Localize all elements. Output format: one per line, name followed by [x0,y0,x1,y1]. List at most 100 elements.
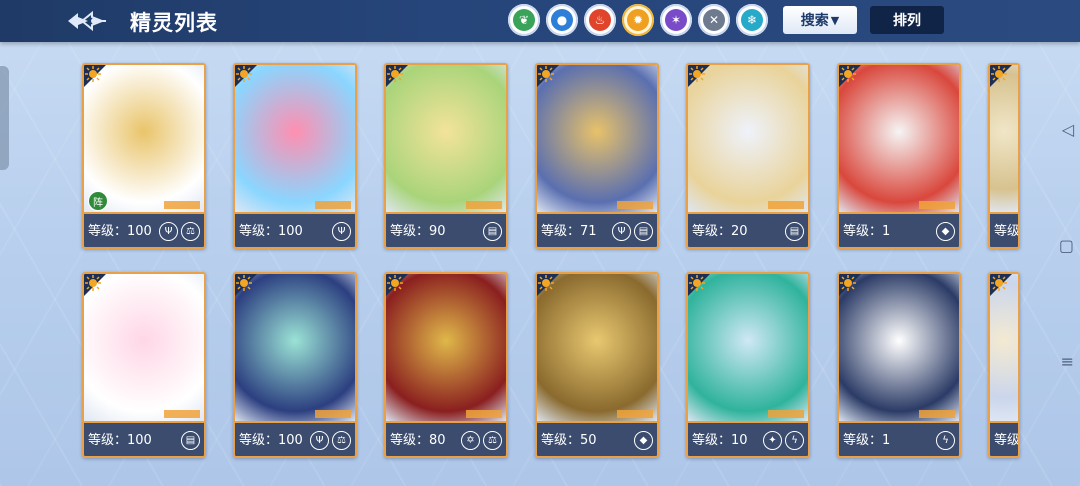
sprite-card[interactable]: 等级：90 ▤ [384,63,508,249]
sprite-level: 等级：1 [843,224,891,239]
sprite-level: 等级：1 [843,433,891,448]
sprite-card[interactable]: 阵等级：100 Ψ ⚖ [82,63,206,249]
light-element-icon [538,275,554,291]
light-element-icon [85,66,101,82]
trait-icons: Ψ [332,222,351,241]
nav-back-icon[interactable]: ◁ [1062,120,1074,139]
sun-icon: ✹ [627,9,649,31]
sprite-level: 等级：100 [88,224,152,239]
card-info-bar: 等级：71 Ψ ▤ [537,212,657,247]
light-element-icon [85,275,101,291]
book-icon: ▤ [785,222,804,241]
rarity-tag [466,201,502,209]
sprite-card[interactable]: 等级： [988,272,1020,458]
sprite-level: 等级：80 [390,433,446,448]
rarity-tag [315,201,351,209]
chevron-down-icon: ▼ [830,13,840,27]
sprite-card[interactable]: 等级：10 ✦ ϟ [686,272,810,458]
element-filter-light[interactable]: ✹ [622,4,654,36]
sprite-level: 等级：100 [239,433,303,448]
light-element-icon [991,66,1007,82]
nav-menu-icon[interactable]: ≡ [1061,352,1074,371]
light-element-icon [689,275,705,291]
trait-icons: ✡ ⚖ [461,431,502,450]
sprite-card[interactable]: 等级：50 ◆ [535,272,659,458]
formation-badge: 阵 [88,191,108,211]
side-drawer-handle[interactable] [0,66,9,170]
light-element-icon [991,275,1007,291]
element-filter-water[interactable]: ● [546,4,578,36]
sprite-card[interactable]: 等级：71 Ψ ▤ [535,63,659,249]
book-icon: ▤ [483,222,502,241]
sprite-level: 等级：10 [692,433,748,448]
trident-icon: Ψ [332,222,351,241]
sprite-level: 等级：100 [239,224,303,239]
light-element-icon [840,66,856,82]
scales-icon: ⚖ [483,431,502,450]
sprite-portrait [386,274,506,422]
sprite-card[interactable]: 等级：1 ◆ [837,63,961,249]
sprite-portrait [84,274,204,422]
sprite-portrait [235,274,355,422]
sprite-portrait [990,274,1018,422]
card-info-bar: 等级：1 ϟ [839,421,959,456]
sprite-portrait [84,65,204,213]
light-element-icon [689,66,705,82]
light-element-icon [387,275,403,291]
sprite-portrait [990,65,1018,213]
rarity-tag [617,201,653,209]
card-info-bar: 等级：100 Ψ ⚖ [84,212,204,247]
rarity-tag [919,410,955,418]
back-button[interactable] [64,5,108,37]
trident-icon: Ψ [612,222,631,241]
rarity-tag [315,410,351,418]
shield-icon: ◆ [634,431,653,450]
card-info-bar: 等级： [990,212,1018,247]
card-info-bar: 等级：20 ▤ [688,212,808,247]
sprite-portrait [537,65,657,213]
sprite-level: 等级： [994,433,1020,448]
scales-icon: ⚖ [332,431,351,450]
back-arrow-icon [68,10,106,32]
trident-icon: Ψ [310,431,329,450]
trait-icons: ✦ ϟ [763,431,804,450]
search-button-label: 搜索 [800,13,829,29]
element-filter-grass[interactable]: ❦ [508,4,540,36]
book-icon: ▤ [634,222,653,241]
card-info-bar: 等级：100 ▤ [84,421,204,456]
sprite-portrait [839,274,959,422]
shield-icon: ◆ [936,222,955,241]
element-filter-fire[interactable]: ♨ [584,4,616,36]
sort-button-label: 排列 [893,13,921,29]
rarity-tag [919,201,955,209]
light-element-icon [236,66,252,82]
trait-icons: ◆ [634,431,653,450]
sprite-card[interactable]: 等级： [988,63,1020,249]
trait-icons: ▤ [483,222,502,241]
rarity-tag [768,410,804,418]
page-title: 精灵列表 [130,11,218,35]
element-filter-dark[interactable]: ✶ [660,4,692,36]
element-filter-ice[interactable]: ❄ [736,4,768,36]
sprite-card[interactable]: 等级：80 ✡ ⚖ [384,272,508,458]
sprite-card[interactable]: 等级：100 Ψ [233,63,357,249]
element-filter-normal[interactable]: ✕ [698,4,730,36]
card-info-bar: 等级： [990,421,1018,456]
hexagram-icon: ✡ [461,431,480,450]
light-element-icon [840,275,856,291]
sprite-card[interactable]: 等级：1 ϟ [837,272,961,458]
light-element-icon [538,66,554,82]
card-info-bar: 等级：100 Ψ [235,212,355,247]
search-button[interactable]: 搜索 ▼ [783,6,857,34]
sort-button[interactable]: 排列 [870,6,944,34]
crystal-icon: ✦ [763,431,782,450]
card-info-bar: 等级：1 ◆ [839,212,959,247]
nav-home-icon[interactable]: ▢ [1059,236,1074,255]
lightning-icon: ϟ [785,431,804,450]
sprite-card[interactable]: 等级：100 ▤ [82,272,206,458]
sprite-card[interactable]: 等级：20 ▤ [686,63,810,249]
rarity-tag [617,410,653,418]
sprite-card[interactable]: 等级：100 Ψ ⚖ [233,272,357,458]
sprite-level: 等级：71 [541,224,597,239]
trait-icons: ◆ [936,222,955,241]
